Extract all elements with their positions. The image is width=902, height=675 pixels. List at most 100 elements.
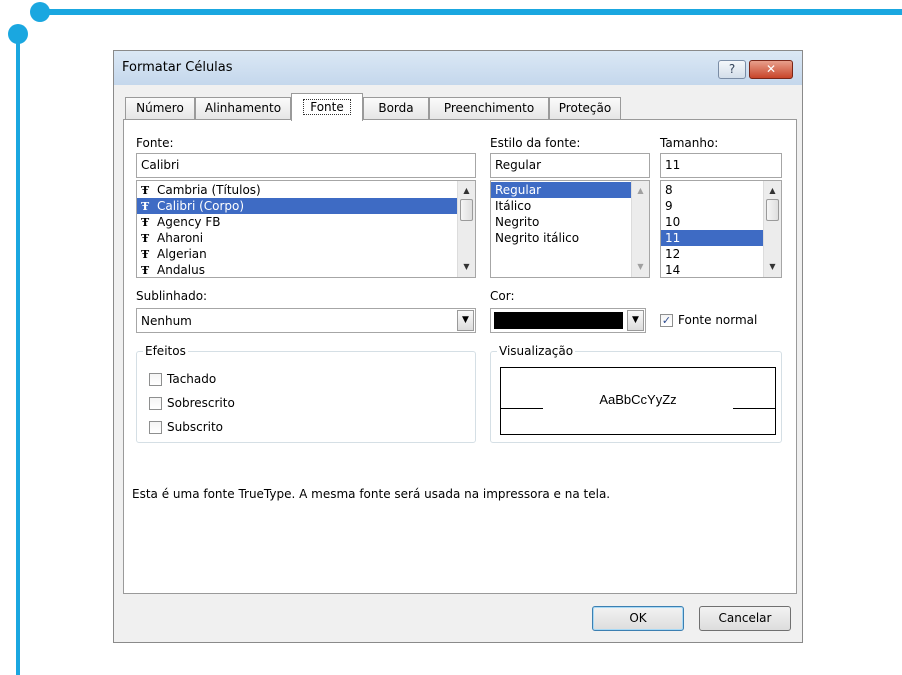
tab-label: Alinhamento [204, 101, 282, 115]
color-swatch [494, 312, 623, 329]
color-select[interactable]: ▼ [490, 308, 646, 333]
list-item-label: Negrito [495, 215, 540, 229]
help-button[interactable]: ? [718, 60, 746, 79]
list-item[interactable]: Ŧ Aharoni [137, 230, 475, 246]
list-item-label: 9 [665, 199, 673, 213]
truetype-icon: Ŧ [141, 216, 150, 229]
tab-fonte[interactable]: Fonte [291, 93, 363, 121]
scroll-thumb[interactable] [766, 199, 779, 221]
list-item-label: Andalus [157, 263, 205, 277]
scroll-down-icon[interactable]: ▼ [632, 259, 649, 275]
effects-group: Efeitos Tachado Sobrescrito Subscrito [136, 344, 476, 443]
scroll-down-icon[interactable]: ▼ [458, 259, 475, 275]
title-bar: Formatar Células ? ✕ [114, 51, 802, 85]
list-item-label: 12 [665, 247, 681, 261]
list-item[interactable]: Ŧ Algerian [137, 246, 475, 262]
tab-label: Número [136, 101, 184, 115]
size-list[interactable]: 8 9 10 11 12 14 ▲ ▼ [660, 180, 782, 278]
list-item-label: Cambria (Títulos) [157, 183, 261, 197]
tab-label: Fonte [303, 99, 351, 115]
list-item-label: 11 [665, 231, 681, 245]
list-item[interactable]: Negrito itálico [491, 230, 649, 246]
tab-protecao[interactable]: Proteção [549, 97, 621, 119]
scroll-up-icon[interactable]: ▲ [632, 183, 649, 199]
underline-label: Sublinhado: [136, 289, 208, 303]
list-item[interactable]: Ŧ Calibri (Corpo) [137, 198, 475, 214]
underline-value: Nenhum [141, 314, 192, 328]
tab-label: Borda [378, 101, 414, 115]
decorative-dot [30, 2, 50, 22]
strikethrough-label: Tachado [167, 372, 217, 386]
tab-numero[interactable]: Número [125, 97, 195, 119]
preview-baseline-right [733, 408, 775, 409]
list-item-label: Negrito itálico [495, 231, 580, 245]
list-item-label: Aharoni [157, 231, 204, 245]
font-style-list[interactable]: Regular Itálico Negrito Negrito itálico ▲ ▼ [490, 180, 650, 278]
decorative-top-line [38, 9, 902, 15]
font-list-scrollbar[interactable]: ▲ ▼ [457, 181, 475, 277]
decorative-dot [8, 24, 28, 44]
info-text: Esta é uma fonte TrueType. A mesma fonte… [132, 487, 611, 501]
normal-font-checkbox[interactable]: ✓ [660, 314, 673, 327]
font-tab-panel: Fonte: Calibri Ŧ Cambria (Títulos) Ŧ Calibr… [123, 119, 797, 594]
list-item-label: 14 [665, 263, 681, 277]
cancel-button[interactable]: Cancelar [699, 606, 791, 631]
list-item[interactable]: Regular [491, 182, 649, 198]
list-item-label: 10 [665, 215, 681, 229]
effects-title: Efeitos [143, 344, 188, 358]
size-input[interactable]: 11 [660, 153, 782, 178]
list-item-label: Regular [495, 183, 542, 197]
list-item[interactable]: Ŧ Cambria (Títulos) [137, 182, 475, 198]
list-item-label: Itálico [495, 199, 532, 213]
list-item-label: Algerian [157, 247, 207, 261]
list-item[interactable]: Itálico [491, 198, 649, 214]
truetype-icon: Ŧ [141, 232, 150, 245]
font-label: Fonte: [136, 136, 174, 150]
tab-alinhamento[interactable]: Alinhamento [195, 97, 291, 119]
decorative-left-line [16, 30, 20, 675]
tab-label: Proteção [558, 101, 612, 115]
font-list[interactable]: Ŧ Cambria (Títulos) Ŧ Calibri (Corpo) Ŧ Agenc… [136, 180, 476, 278]
underline-select[interactable]: Nenhum ▼ [136, 308, 476, 333]
superscript-checkbox[interactable] [149, 397, 162, 410]
list-item-label: Calibri (Corpo) [157, 199, 245, 213]
truetype-icon: Ŧ [141, 184, 150, 197]
list-item[interactable]: Ŧ Andalus [137, 262, 475, 277]
superscript-label: Sobrescrito [167, 396, 235, 410]
list-item-label: 8 [665, 183, 673, 197]
truetype-icon: Ŧ [141, 200, 150, 213]
ok-button[interactable]: OK [592, 606, 684, 631]
scroll-up-icon[interactable]: ▲ [764, 183, 781, 199]
format-cells-dialog: Formatar Células ? ✕ Número Alinhamento … [113, 50, 803, 643]
preview-sample: AaBbCcYyZz [599, 392, 677, 407]
strikethrough-checkbox[interactable] [149, 373, 162, 386]
preview-baseline-left [501, 408, 543, 409]
tab-preenchimento[interactable]: Preenchimento [429, 97, 549, 119]
list-item-label: Agency FB [157, 215, 221, 229]
list-item[interactable]: Negrito [491, 214, 649, 230]
size-label: Tamanho: [660, 136, 719, 150]
scroll-down-icon[interactable]: ▼ [764, 259, 781, 275]
subscript-checkbox[interactable] [149, 421, 162, 434]
font-style-label: Estilo da fonte: [490, 136, 581, 150]
list-item[interactable]: Ŧ Agency FB [137, 214, 475, 230]
preview-title: Visualização [497, 344, 576, 358]
subscript-label: Subscrito [167, 420, 224, 434]
scroll-up-icon[interactable]: ▲ [458, 183, 475, 199]
tab-label: Preenchimento [443, 101, 535, 115]
dialog-title: Formatar Células [122, 60, 233, 75]
truetype-icon: Ŧ [141, 264, 150, 277]
color-label: Cor: [490, 289, 515, 303]
truetype-icon: Ŧ [141, 248, 150, 261]
close-button[interactable]: ✕ [749, 60, 793, 79]
normal-font-label: Fonte normal [678, 313, 758, 327]
font-input[interactable]: Calibri [136, 153, 476, 178]
tab-borda[interactable]: Borda [363, 97, 429, 119]
size-list-scrollbar[interactable]: ▲ ▼ [763, 181, 781, 277]
chevron-down-icon[interactable]: ▼ [457, 310, 474, 331]
font-style-input[interactable]: Regular [490, 153, 650, 178]
preview-box: AaBbCcYyZz [500, 367, 776, 435]
scroll-thumb[interactable] [460, 199, 473, 221]
chevron-down-icon[interactable]: ▼ [627, 310, 644, 331]
font-style-list-scrollbar[interactable]: ▲ ▼ [631, 181, 649, 277]
